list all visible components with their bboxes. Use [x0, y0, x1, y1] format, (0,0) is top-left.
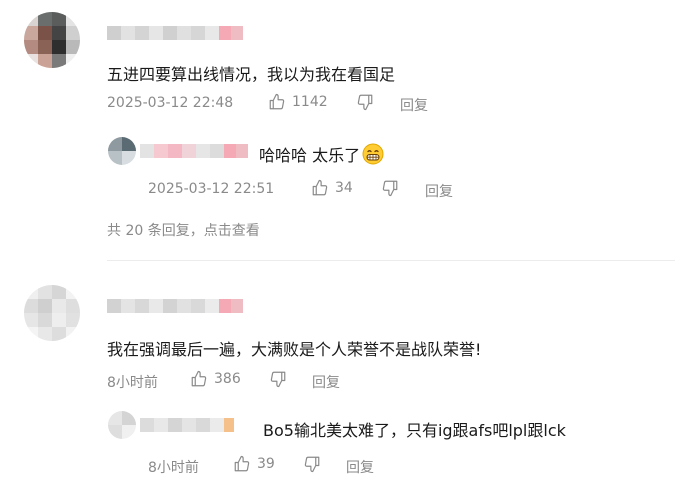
thumb-down-icon — [270, 371, 286, 388]
like-button[interactable]: 386 — [190, 370, 241, 388]
like-count: 34 — [335, 180, 353, 196]
like-button[interactable]: 34 — [311, 179, 353, 197]
dislike-button[interactable] — [269, 370, 287, 388]
thumb-down-icon — [304, 456, 320, 473]
like-button[interactable]: 39 — [233, 455, 275, 473]
grinning-face-emoji — [362, 143, 384, 169]
reply-text-content: 哈哈哈 太乐了 — [259, 146, 361, 165]
dislike-button[interactable] — [356, 93, 374, 111]
like-count: 39 — [257, 456, 275, 472]
reply-button[interactable]: 回复 — [346, 457, 374, 477]
thumb-up-icon — [234, 455, 250, 472]
comment-text: 五进四要算出线情况，我以为我在看国足 — [107, 65, 396, 84]
like-button[interactable]: 1142 — [268, 93, 328, 111]
reply-button[interactable]: 回复 — [312, 372, 340, 392]
reply-avatar[interactable] — [108, 411, 136, 439]
reply-username-blurred[interactable] — [140, 418, 234, 432]
reply-text: 哈哈哈 太乐了 — [259, 142, 384, 169]
comment-time: 8小时前 — [107, 375, 158, 391]
thumb-up-icon — [269, 93, 285, 110]
thumb-down-icon — [357, 94, 373, 111]
reply-time: 8小时前 — [148, 460, 199, 476]
avatar[interactable] — [24, 12, 80, 68]
reply-avatar[interactable] — [108, 137, 136, 165]
username-blurred[interactable] — [107, 26, 243, 40]
thumb-up-icon — [312, 179, 328, 196]
thumb-down-icon — [382, 180, 398, 197]
reply-button[interactable]: 回复 — [425, 181, 453, 201]
reply-text: Bo5输北美太难了，只有ig跟afs吧lpl跟lck — [263, 421, 566, 440]
reply-time: 2025-03-12 22:51 — [148, 181, 275, 197]
like-count: 386 — [214, 371, 241, 387]
username-blurred[interactable] — [107, 299, 243, 313]
view-more-replies-link[interactable]: 共 20 条回复，点击查看 — [107, 220, 260, 240]
avatar[interactable] — [24, 285, 80, 341]
dislike-button[interactable] — [381, 179, 399, 197]
comment-time: 2025-03-12 22:48 — [107, 95, 234, 111]
reply-button[interactable]: 回复 — [400, 95, 428, 115]
dislike-button[interactable] — [303, 455, 321, 473]
reply-username-blurred[interactable] — [140, 144, 248, 158]
comment-divider — [107, 260, 675, 261]
thumb-up-icon — [191, 370, 207, 387]
like-count: 1142 — [292, 94, 328, 110]
comment-text: 我在强调最后一遍，大满败是个人荣誉不是战队荣誉! — [107, 340, 482, 359]
